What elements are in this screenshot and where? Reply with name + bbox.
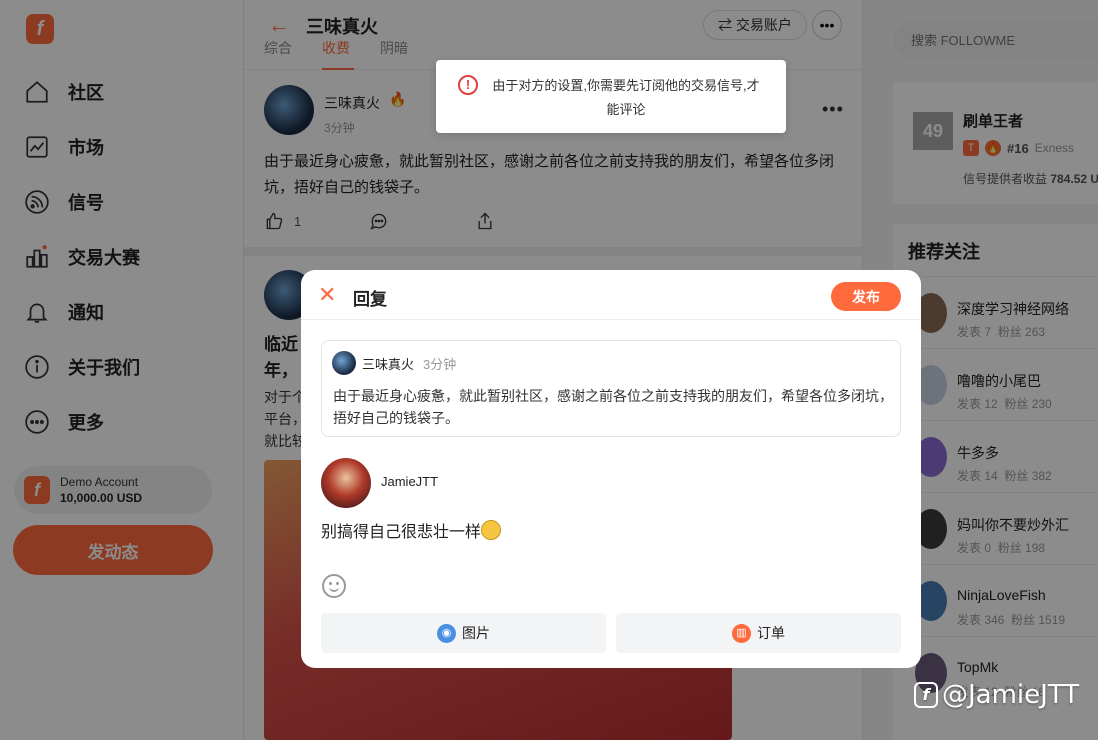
toast-message: 由于对方的设置,你需要先订阅他的交易信号,才能评论 — [492, 78, 760, 117]
quoted-time: 3分钟 — [423, 357, 457, 372]
avatar — [321, 458, 371, 508]
image-icon: ◉ — [437, 623, 456, 643]
reply-text: 别搞得自己很悲壮一样 — [321, 524, 482, 541]
reply-input[interactable]: 别搞得自己很悲壮一样 — [321, 518, 502, 542]
alert-icon: ! — [458, 75, 478, 95]
watermark-text: @JamieJTT — [942, 680, 1080, 710]
watermark: f @JamieJTT — [914, 680, 1079, 710]
publish-button[interactable]: 发布 — [831, 282, 901, 311]
dialog-title: 回复 — [353, 290, 387, 309]
attach-order-button[interactable]: ▥ 订单 — [616, 613, 901, 653]
reply-dialog: ✕ 回复 发布 三味真火 3分钟 由于最近身心疲惫，就此暂别社区，感谢之前各位之… — [301, 270, 921, 668]
order-icon: ▥ — [732, 623, 751, 643]
divider — [301, 319, 921, 320]
quoted-author: 三味真火 — [362, 357, 415, 372]
quoted-post: 三味真火 3分钟 由于最近身心疲惫，就此暂别社区，感谢之前各位之前支持我的朋友们… — [321, 340, 901, 437]
current-user-name: JamieJTT — [381, 474, 439, 489]
avatar — [332, 351, 356, 375]
quoted-text: 由于最近身心疲惫，就此暂别社区，感谢之前各位之前支持我的朋友们，希望各位多闭坑，… — [333, 388, 893, 426]
attach-order-label: 订单 — [757, 625, 785, 641]
attach-image-button[interactable]: ◉ 图片 — [321, 613, 606, 653]
close-icon[interactable]: ✕ — [318, 282, 336, 308]
watermark-logo-icon: f — [914, 682, 938, 708]
attach-image-label: 图片 — [462, 625, 490, 641]
emoji-picker-icon[interactable] — [322, 574, 346, 598]
smile-emoji-icon — [481, 520, 502, 540]
error-toast: ! 由于对方的设置,你需要先订阅他的交易信号,才能评论 — [436, 60, 786, 133]
